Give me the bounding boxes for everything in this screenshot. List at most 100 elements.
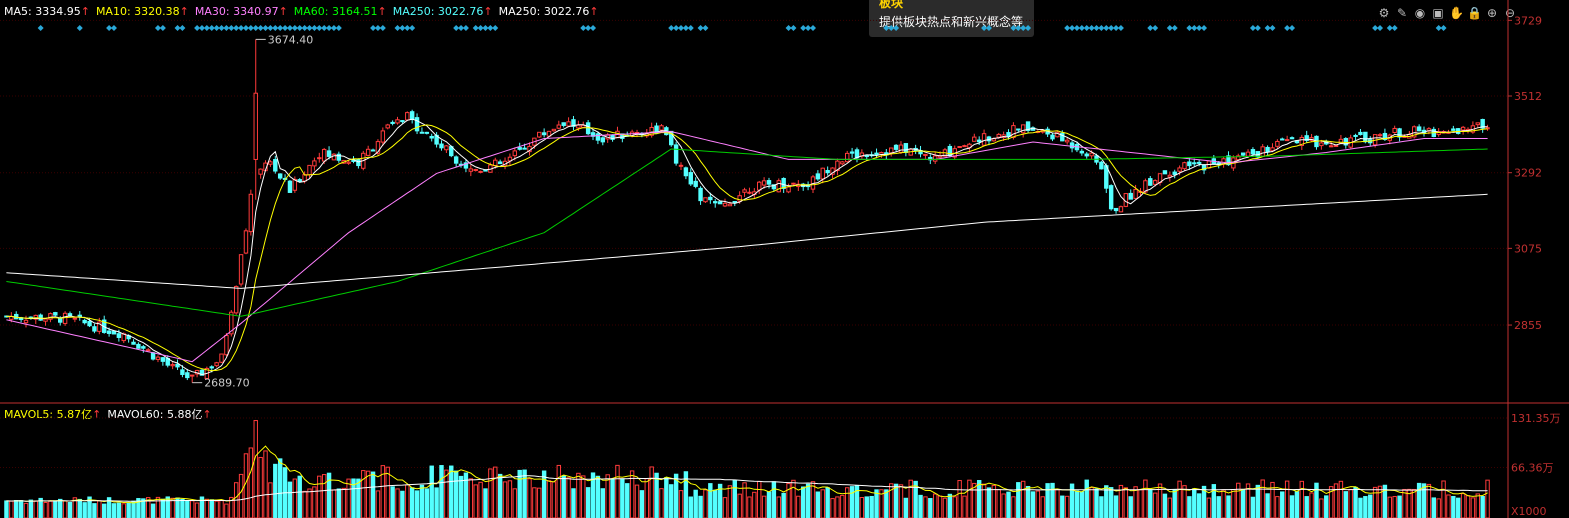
volume-bar [693, 489, 698, 518]
volume-bar [1113, 495, 1119, 518]
candle-body [1358, 131, 1363, 136]
candle-body [439, 143, 444, 149]
volume-bar [1108, 487, 1114, 518]
volume-bar [1148, 489, 1153, 518]
volume-bar [556, 464, 562, 518]
volume-bar [258, 456, 263, 518]
kline-chart[interactable]: 3729 3512 3292 3075 2855 131.35万 66.36万 X1000 36… [0, 0, 1569, 518]
candle-body [898, 144, 904, 153]
event-marker [462, 25, 469, 31]
volume-bar [458, 475, 464, 518]
candle-body [703, 197, 708, 203]
candle-body [512, 150, 518, 157]
candle-body [170, 364, 175, 367]
candle-body [722, 202, 728, 207]
volume-bar [766, 491, 772, 518]
candle-body [747, 191, 752, 194]
volume-tick-label: 131.35万 [1511, 412, 1561, 425]
candle-body [1280, 138, 1285, 141]
event-marker [590, 25, 597, 31]
candle-body [742, 189, 747, 193]
volume-bar [1133, 486, 1138, 518]
volume-bar [449, 465, 454, 518]
volume-bar [317, 475, 322, 518]
candle-body [1064, 139, 1070, 143]
candle-body [1270, 147, 1275, 152]
volume-bar [566, 477, 571, 518]
volume-bar [434, 487, 439, 518]
volume-bar [1280, 491, 1285, 518]
volume-bar [947, 493, 953, 518]
candle-body [1451, 128, 1456, 131]
volume-bar [1196, 493, 1202, 518]
candle-body [1289, 137, 1295, 140]
volume-bar [869, 495, 874, 518]
candle-body [737, 195, 742, 202]
candle-body [82, 319, 87, 324]
volume-bar [541, 470, 547, 518]
volume-bar [840, 494, 845, 518]
volume-bar [791, 479, 796, 518]
volume-bar [1343, 491, 1349, 518]
candle-body [1069, 142, 1075, 149]
volume-bar [664, 477, 669, 518]
candle-body [493, 159, 498, 167]
volume-bar [639, 490, 645, 518]
volume-bar [1475, 493, 1480, 518]
volume-bar [967, 479, 972, 518]
volume-bar [483, 488, 488, 518]
volume-bar [1094, 488, 1099, 518]
volume-bar [849, 486, 855, 518]
volume-bar [1069, 483, 1075, 518]
volume-bar [962, 495, 967, 518]
volume-bar [1392, 496, 1397, 518]
candle-body [106, 330, 112, 334]
candle-body [713, 201, 718, 204]
volume-bar [493, 466, 498, 518]
volume-bar [1182, 485, 1187, 518]
candle-body [307, 164, 312, 176]
event-marker [110, 25, 117, 31]
candle-body [659, 125, 664, 131]
candle-body [48, 313, 53, 320]
volume-bar [331, 489, 337, 518]
volume-bar [121, 503, 126, 518]
volume-bar [859, 497, 865, 518]
candle-body [854, 149, 860, 159]
volume-bar [160, 498, 166, 518]
volume-bar [737, 493, 742, 518]
volume-bar [571, 488, 576, 518]
volume-bar [292, 478, 298, 518]
volume-bar [365, 470, 371, 518]
volume-bar [1324, 495, 1329, 518]
event-marker [335, 25, 342, 31]
volume-bar [932, 493, 938, 518]
candle-body [888, 147, 894, 154]
candle-body [840, 161, 845, 165]
candle-body [1192, 162, 1197, 165]
volume-bar [1265, 493, 1270, 518]
event-marker [1391, 25, 1398, 31]
event-marker [159, 25, 166, 31]
volume-bar [400, 490, 405, 518]
event-marker [1117, 25, 1124, 31]
candle-body [1016, 128, 1021, 131]
candle-body [243, 230, 249, 254]
volume-bar [512, 488, 518, 518]
volume-bar [561, 475, 566, 518]
volume-bar [918, 494, 923, 518]
volume-bar [1167, 497, 1173, 518]
candle-body [92, 326, 97, 332]
volume-bar [757, 480, 762, 518]
candle-body [380, 130, 386, 143]
candle-body [844, 152, 850, 163]
candle-body [1319, 142, 1324, 147]
volume-bar [209, 499, 214, 518]
candle-body [444, 145, 449, 151]
volume-bar [1221, 489, 1226, 518]
candle-body [786, 186, 791, 193]
volume-bar [53, 500, 58, 518]
candle-body [683, 167, 689, 177]
candle-body [175, 363, 180, 368]
event-marker [492, 25, 499, 31]
